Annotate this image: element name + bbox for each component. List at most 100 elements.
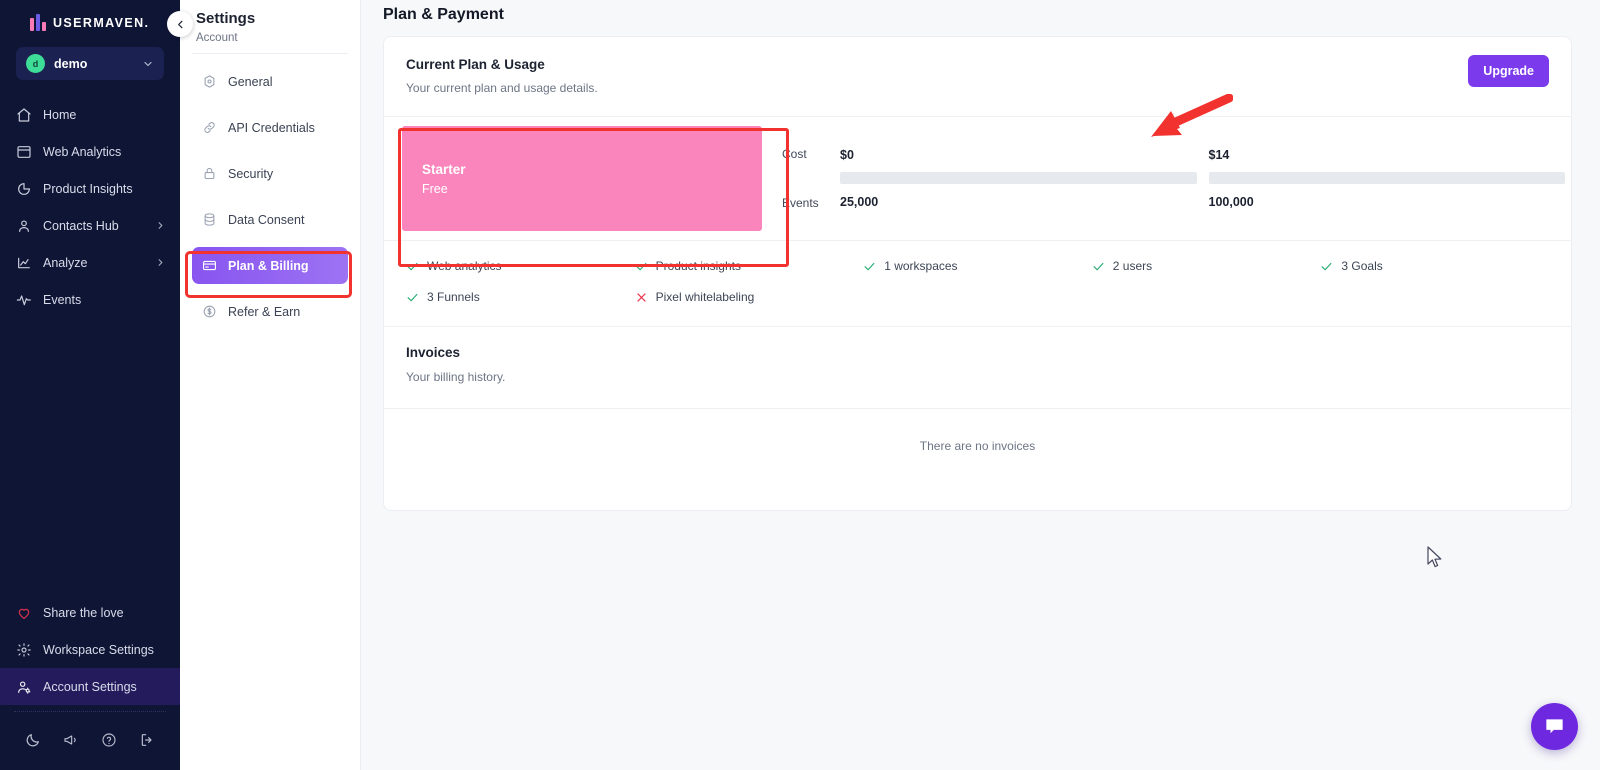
window-icon bbox=[17, 145, 31, 158]
feature-item: 2 users bbox=[1092, 259, 1321, 273]
pie-chart-icon bbox=[18, 182, 30, 195]
settings-item-label: General bbox=[228, 74, 273, 89]
lock-icon bbox=[204, 167, 215, 180]
main-content: Plan & Payment Current Plan & Usage Your… bbox=[361, 0, 1600, 770]
sidebar-item-share-the-love[interactable]: Share the love bbox=[0, 594, 180, 631]
check-icon bbox=[407, 293, 418, 301]
sidebar-item-label: Events bbox=[43, 292, 82, 307]
help-circle-icon[interactable] bbox=[101, 732, 117, 748]
check-icon bbox=[636, 262, 647, 270]
invoices-section: Invoices Your billing history. There are… bbox=[384, 327, 1571, 453]
section-heading-current-plan: Current Plan & Usage bbox=[406, 57, 545, 72]
workspace-name: demo bbox=[54, 56, 88, 71]
settings-item-plan-and-billing[interactable]: Plan & Billing bbox=[192, 247, 348, 284]
chevron-down-icon bbox=[144, 61, 152, 66]
sidebar-item-label: Home bbox=[43, 107, 77, 122]
sidebar-item-contacts-hub[interactable]: Contacts Hub bbox=[0, 207, 180, 244]
workspace-selector[interactable]: d demo bbox=[16, 47, 164, 80]
collapse-sidebar-button[interactable] bbox=[167, 11, 193, 37]
sidebar-item-label: Contacts Hub bbox=[43, 218, 119, 233]
hexagon-gear-icon bbox=[204, 75, 215, 88]
chat-widget-button[interactable] bbox=[1531, 703, 1578, 750]
chevron-right-icon bbox=[158, 222, 163, 229]
settings-title: Settings bbox=[196, 10, 256, 27]
app-root: USERMAVEN. d demo Home Web Analytics Pro… bbox=[0, 0, 1600, 770]
settings-item-label: Security bbox=[228, 166, 274, 181]
settings-item-general[interactable]: General bbox=[192, 63, 348, 100]
logout-icon[interactable] bbox=[139, 732, 155, 748]
usage-metrics: Cost Events $0 25,000 $14 100,000 bbox=[762, 117, 1571, 240]
card-header: Current Plan & Usage Your current plan a… bbox=[384, 37, 1571, 95]
sidebar-item-web-analytics[interactable]: Web Analytics bbox=[0, 133, 180, 170]
megaphone-icon[interactable] bbox=[63, 732, 79, 748]
usage-cost-value: $0 bbox=[840, 148, 854, 162]
cross-icon bbox=[636, 292, 646, 302]
sidebar-item-home[interactable]: Home bbox=[0, 96, 180, 133]
settings-subtitle: Account bbox=[196, 32, 238, 44]
feature-item: Product insights bbox=[635, 259, 864, 273]
settings-item-api-credentials[interactable]: API Credentials bbox=[192, 109, 348, 146]
nav-footer-icons bbox=[0, 712, 180, 768]
dollar-circle-icon bbox=[203, 305, 216, 318]
usage-label-events: Events bbox=[782, 196, 819, 210]
usage-columns: $0 25,000 $14 100,000 bbox=[840, 148, 1565, 209]
feature-label: 1 workspaces bbox=[884, 259, 958, 273]
chevron-right-icon bbox=[158, 259, 163, 266]
user-icon bbox=[19, 219, 29, 232]
feature-label: 3 Goals bbox=[1341, 259, 1383, 273]
sidebar-item-label: Account Settings bbox=[43, 679, 137, 694]
settings-item-label: Plan & Billing bbox=[228, 258, 309, 273]
sidebar-item-label: Web Analytics bbox=[43, 144, 122, 159]
usage-progress-bar[interactable] bbox=[1208, 172, 1565, 184]
check-icon bbox=[407, 262, 418, 270]
moon-icon[interactable] bbox=[25, 732, 41, 748]
database-icon bbox=[204, 213, 215, 226]
mouse-cursor bbox=[1427, 546, 1442, 568]
feature-label: 2 users bbox=[1112, 259, 1153, 273]
sidebar-item-workspace-settings[interactable]: Workspace Settings bbox=[0, 631, 180, 668]
usage-progress-bar[interactable] bbox=[840, 172, 1197, 184]
current-plan-tile[interactable]: Starter Free bbox=[402, 126, 762, 231]
feature-item: 3 Funnels bbox=[406, 290, 635, 304]
link-icon bbox=[204, 122, 215, 133]
plan-name: Starter bbox=[422, 161, 466, 177]
usage-events-value: 100,000 bbox=[1208, 195, 1254, 209]
workspace-avatar: d bbox=[26, 54, 45, 73]
sidebar-item-label: Analyze bbox=[43, 255, 88, 270]
sidebar-item-label: Workspace Settings bbox=[43, 642, 154, 657]
left-sidebar: USERMAVEN. d demo Home Web Analytics Pro… bbox=[0, 0, 180, 770]
brand-logo: USERMAVEN. bbox=[0, 0, 180, 41]
sidebar-item-account-settings[interactable]: Account Settings bbox=[0, 668, 180, 705]
check-icon bbox=[1321, 262, 1332, 270]
sidebar-item-events[interactable]: Events bbox=[0, 281, 180, 318]
primary-nav-list: Home Web Analytics Product Insights Cont… bbox=[0, 94, 180, 318]
feature-label: Pixel whitelabeling bbox=[655, 290, 755, 304]
feature-label: Web analytics bbox=[427, 259, 502, 273]
page-title: Plan & Payment bbox=[383, 6, 504, 23]
settings-item-security[interactable]: Security bbox=[192, 155, 348, 192]
sidebar-item-label: Product Insights bbox=[43, 181, 133, 196]
sidebar-item-product-insights[interactable]: Product Insights bbox=[0, 170, 180, 207]
settings-item-label: Data Consent bbox=[228, 212, 305, 227]
usage-column: $14 100,000 bbox=[1208, 148, 1565, 209]
settings-divider bbox=[192, 53, 348, 54]
settings-panel: Settings Account General API Credentials… bbox=[167, 0, 361, 770]
settings-item-label: API Credentials bbox=[228, 120, 315, 135]
usage-cost-value: $14 bbox=[1208, 148, 1230, 162]
plan-price: Free bbox=[422, 181, 448, 196]
feature-item: 3 Goals bbox=[1320, 259, 1549, 273]
pulse-icon bbox=[16, 294, 31, 305]
sidebar-item-label: Share the love bbox=[43, 605, 124, 620]
brand-name: USERMAVEN. bbox=[53, 15, 150, 30]
invoices-empty-message: There are no invoices bbox=[919, 439, 1036, 453]
plan-usage-row: Starter Free Cost Events $0 25,000 $14 1… bbox=[384, 116, 1571, 241]
settings-item-data-consent[interactable]: Data Consent bbox=[192, 201, 348, 238]
feature-item: Pixel whitelabeling bbox=[635, 290, 864, 304]
upgrade-button[interactable]: Upgrade bbox=[1468, 55, 1549, 87]
feature-item: 1 workspaces bbox=[863, 259, 1092, 273]
section-description-invoices: Your billing history. bbox=[406, 370, 506, 384]
settings-item-refer-and-earn[interactable]: Refer & Earn bbox=[192, 293, 348, 330]
sidebar-item-analyze[interactable]: Analyze bbox=[0, 244, 180, 281]
home-icon bbox=[17, 107, 31, 122]
